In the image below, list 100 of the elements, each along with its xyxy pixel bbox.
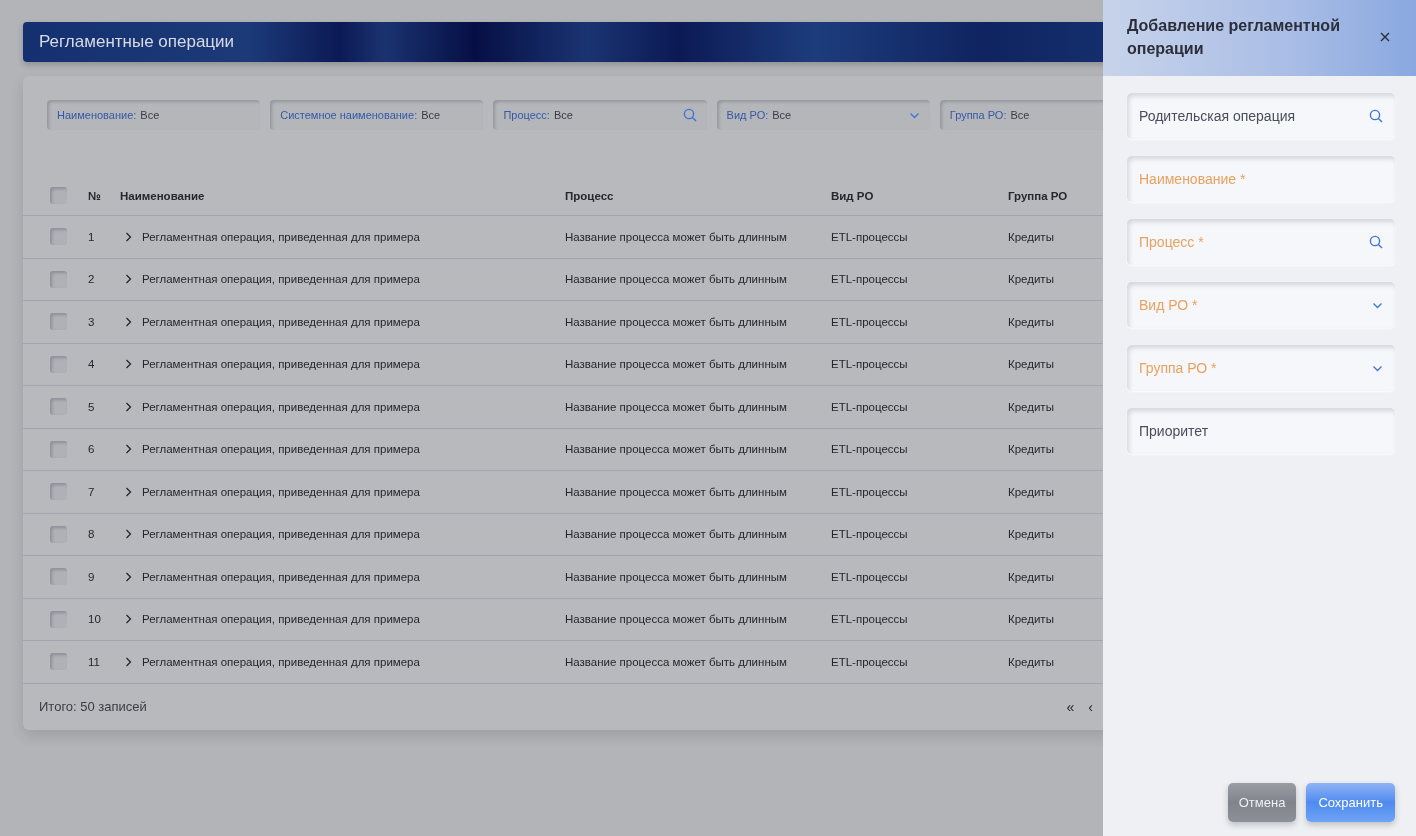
filter-value: Все: [140, 109, 161, 121]
checkbox[interactable]: [50, 653, 67, 671]
input-field[interactable]: Родительская операция: [1127, 93, 1395, 139]
chevron-icon[interactable]: [125, 571, 132, 582]
input-field[interactable]: Приоритет: [1127, 408, 1395, 454]
table-cell-text: Кредиты: [1008, 400, 1055, 413]
table-cell-text: 5: [88, 400, 96, 413]
chevron-down-icon[interactable]: [1372, 364, 1383, 372]
filter-value: Все: [1010, 109, 1031, 121]
table-cell: Регламентная операция, приведенная для примера: [142, 358, 420, 371]
table-cell-text: Название процесса может быть длинным: [565, 315, 788, 328]
table-cell-text: 3: [88, 315, 96, 328]
checkbox[interactable]: [50, 398, 67, 416]
chevron-icon[interactable]: [125, 231, 132, 242]
field-placeholder: Наименование *: [1139, 171, 1246, 187]
field-placeholder: Группа РО *: [1139, 360, 1217, 376]
chevron-icon[interactable]: [125, 359, 132, 370]
chevron-icon[interactable]: [125, 401, 132, 412]
table-cell-text: ETL-процессы: [831, 485, 909, 498]
table-cell-text: ETL-процессы: [831, 400, 909, 413]
pagination-link[interactable]: «: [1066, 698, 1075, 715]
checkbox[interactable]: [50, 610, 67, 628]
column-header: Вид РО: [831, 189, 875, 202]
filter-value: Все: [421, 109, 442, 121]
table-cell-text: Кредиты: [1008, 613, 1055, 626]
table-cell: Регламентная операция, приведенная для примера: [142, 273, 420, 286]
table-cell-text: Название процесса может быть длинным: [565, 655, 788, 668]
search-icon[interactable]: [682, 108, 697, 122]
table-cell-text: ETL-процессы: [831, 273, 909, 286]
checkbox[interactable]: [50, 483, 67, 501]
table-cell-text: Название процесса может быть длинным: [565, 273, 788, 286]
cancel-button[interactable]: Отмена: [1227, 783, 1297, 822]
table-cell: Регламентная операция, приведенная для примера: [142, 443, 420, 456]
column-header: Процесс: [565, 189, 615, 202]
filter-field[interactable]: Группа РО: Все: [939, 100, 1103, 130]
drawer-title: Добавление регламентной операции: [1127, 16, 1341, 59]
field-placeholder: Родительская операция: [1139, 108, 1296, 124]
table-cell-text: ETL-процессы: [831, 443, 909, 456]
close-button[interactable]: [1378, 30, 1392, 44]
table-cell: Регламентная операция, приведенная для примера: [142, 315, 420, 328]
checkbox[interactable]: [50, 187, 67, 204]
field-placeholder: Вид РО *: [1139, 297, 1198, 313]
filter-label: Процесс:: [503, 109, 550, 121]
column-header: №: [88, 189, 102, 202]
column-header: Группа РО: [1008, 189, 1069, 202]
table-cell-text: Кредиты: [1008, 443, 1055, 456]
checkbox[interactable]: [50, 525, 67, 543]
chevron-icon[interactable]: [125, 486, 132, 497]
checkbox[interactable]: [50, 440, 67, 458]
field-placeholder: Процесс *: [1139, 234, 1204, 250]
filter-label: Системное наименование:: [280, 109, 418, 121]
chevron-down-icon[interactable]: [908, 111, 920, 119]
checkbox[interactable]: [50, 270, 67, 288]
field-placeholder: Приоритет: [1139, 423, 1209, 439]
table-cell-text: Кредиты: [1008, 273, 1055, 286]
table-cell-text: Кредиты: [1008, 230, 1055, 243]
filter-field[interactable]: Вид РО: Все: [716, 100, 930, 130]
search-icon[interactable]: [1369, 235, 1383, 249]
search-icon[interactable]: [1369, 109, 1383, 123]
chevron-icon[interactable]: [125, 316, 132, 327]
chevron-icon[interactable]: [125, 529, 132, 540]
table-cell-text: ETL-процессы: [831, 528, 909, 541]
table-cell-text: ETL-процессы: [831, 613, 909, 626]
table-cell-text: Название процесса может быть длинным: [565, 613, 788, 626]
save-button[interactable]: Сохранить: [1306, 783, 1395, 822]
chevron-icon[interactable]: [125, 614, 132, 625]
filter-value: Все: [553, 109, 574, 121]
table-cell: Регламентная операция, приведенная для примера: [142, 230, 420, 243]
checkbox[interactable]: [50, 568, 67, 586]
chevron-icon[interactable]: [125, 274, 132, 285]
filter-field[interactable]: Системное наименование: Все: [270, 100, 484, 130]
table-cell-text: Название процесса может быть длинным: [565, 528, 788, 541]
checkbox[interactable]: [50, 228, 67, 246]
table-cell: Регламентная операция, приведенная для примера: [142, 400, 420, 413]
table-cell-text: Кредиты: [1008, 655, 1055, 668]
table-cell-text: ETL-процессы: [831, 230, 909, 243]
pagination-link[interactable]: ‹: [1088, 698, 1093, 715]
table-cell-text: Название процесса может быть длинным: [565, 443, 788, 456]
filter-label: Группа РО:: [949, 109, 1007, 121]
column-header: Наименование: [120, 189, 206, 202]
table-cell-text: ETL-процессы: [831, 358, 909, 371]
table-cell-text: 4: [88, 358, 96, 371]
table-cell-text: Кредиты: [1008, 570, 1055, 583]
table-cell-text: 10: [88, 613, 102, 626]
chevron-icon[interactable]: [125, 444, 132, 455]
table-cell-text: Кредиты: [1008, 315, 1055, 328]
table-cell-text: ETL-процессы: [831, 655, 909, 668]
chevron-down-icon[interactable]: [1372, 301, 1383, 309]
filter-field[interactable]: Процесс: Все: [493, 100, 707, 130]
table-cell-text: 11: [88, 655, 101, 668]
checkbox[interactable]: [50, 355, 67, 373]
table-cell-text: 7: [88, 485, 96, 498]
chevron-icon[interactable]: [125, 656, 132, 667]
total-count: Итого: 50 записей: [39, 699, 147, 715]
checkbox[interactable]: [50, 313, 67, 331]
table-cell-text: ETL-процессы: [831, 570, 909, 583]
table-cell-text: 6: [88, 443, 96, 456]
table-cell-text: Название процесса может быть длинным: [565, 400, 788, 413]
filter-label: Наименование:: [57, 109, 137, 121]
filter-field[interactable]: Наименование: Все: [47, 100, 261, 130]
